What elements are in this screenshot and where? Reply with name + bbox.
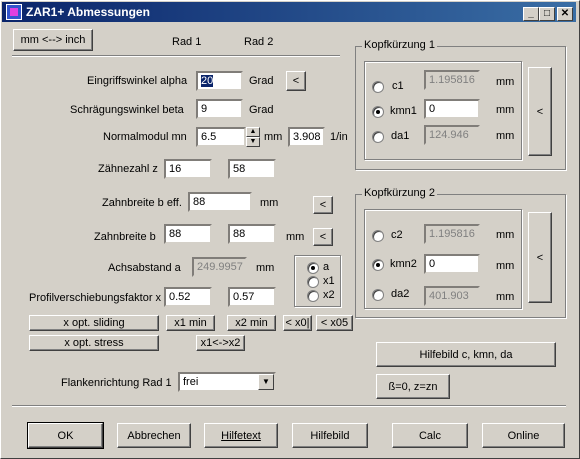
radio-x1-label: x1 — [323, 275, 335, 287]
profilverschiebung-rad2-input[interactable]: 0.57 — [228, 287, 276, 307]
achsabstand-input: 249.9957 — [192, 257, 247, 277]
c1-unit: mm — [496, 76, 515, 88]
ok-button[interactable]: OK — [27, 422, 104, 449]
profilverschiebung-label: Profilverschiebungsfaktor x — [29, 292, 162, 304]
x1-x2-swap-button[interactable]: x1<->x2 — [196, 335, 245, 351]
da1-unit: mm — [496, 130, 515, 142]
normalmodul-spinner[interactable]: ▲ ▼ — [246, 127, 260, 147]
radio-da1[interactable] — [372, 131, 384, 143]
kmn2-unit: mm — [496, 260, 515, 272]
zahnbreite-eff-label: Zahnbreite b eff. — [102, 197, 182, 209]
flankenrichtung-label: Flankenrichtung Rad 1 — [61, 377, 172, 389]
zaehnezahl-label: Zähnezahl z — [98, 163, 158, 175]
x2-min-button[interactable]: x2 min — [227, 315, 276, 331]
c2-label: c2 — [391, 229, 403, 241]
eingriffswinkel-input[interactable]: 20 — [196, 71, 243, 91]
zahnbreite-eff-apply-button[interactable]: < — [313, 196, 333, 214]
normalmodul-unit: mm — [264, 131, 283, 143]
window-title: ZAR1+ Abmessungen — [26, 5, 150, 19]
radio-da2[interactable] — [372, 289, 384, 301]
c1-label: c1 — [392, 80, 404, 92]
zahnbreite-rad2-input[interactable]: 88 — [228, 224, 276, 244]
zahnbreite-label: Zahnbreite b — [94, 231, 156, 243]
c2-unit: mm — [496, 229, 515, 241]
mm-inch-toggle-button[interactable]: mm <--> inch — [13, 29, 93, 51]
rad1-header: Rad 1 — [172, 36, 202, 48]
da1-input: 124.946 — [424, 125, 480, 145]
radio-c1[interactable] — [372, 81, 384, 93]
da1-label: da1 — [391, 130, 410, 142]
normalmodul-input[interactable]: 6.5 — [196, 127, 246, 147]
kopfkuerzung1-title: Kopfkürzung 1 — [362, 39, 437, 51]
normalmodul-inch-unit: 1/in — [330, 131, 348, 143]
spin-down-icon[interactable]: ▼ — [246, 137, 260, 147]
kmn1-input[interactable]: 0 — [424, 99, 480, 119]
da2-label: da2 — [391, 288, 410, 300]
c1-input: 1.195816 — [424, 70, 480, 90]
title-bar: ZAR1+ Abmessungen _ □ ✕ — [2, 2, 576, 22]
eingriffswinkel-apply-button[interactable]: < — [286, 71, 306, 91]
x-opt-sliding-button[interactable]: x opt. sliding — [29, 315, 159, 331]
zahnbreite-rad1-input[interactable]: 88 — [164, 224, 212, 244]
c2-input: 1.195816 — [424, 224, 480, 244]
radio-x2[interactable] — [307, 290, 319, 302]
achsabstand-unit: mm — [256, 262, 275, 274]
radio-kmn1[interactable] — [372, 106, 384, 118]
schraegungswinkel-input[interactable]: 9 — [196, 99, 243, 119]
separator — [12, 55, 340, 57]
flankenrichtung-select[interactable]: frei ▼ — [178, 372, 276, 392]
eingriffswinkel-label: Eingriffswinkel alpha — [87, 75, 188, 87]
kopfkuerzung2-title: Kopfkürzung 2 — [362, 187, 437, 199]
chevron-down-icon[interactable]: ▼ — [258, 374, 274, 390]
schraegungswinkel-label: Schrägungswinkel beta — [70, 104, 184, 116]
footer-separator — [12, 405, 566, 407]
schraegungswinkel-unit: Grad — [249, 104, 274, 116]
kmn1-label: kmn1 — [390, 105, 417, 117]
x05-button[interactable]: < x05 — [316, 315, 353, 331]
app-icon — [6, 4, 22, 20]
radio-x2-label: x2 — [323, 289, 335, 301]
zahnbreite-apply-button[interactable]: < — [313, 228, 333, 246]
hilfetext-button[interactable]: Hilfetext — [204, 423, 278, 448]
normalmodul-inch-input[interactable]: 3.908 — [288, 127, 325, 147]
hilfebild-button[interactable]: Hilfebild — [292, 423, 368, 448]
minimize-button[interactable]: _ — [523, 7, 539, 21]
kopfkuerzung1-apply-button[interactable]: < — [528, 67, 552, 156]
eingriffswinkel-unit: Grad — [249, 75, 274, 87]
radio-x1[interactable] — [307, 276, 319, 288]
zaehnezahl-rad2-input[interactable]: 58 — [228, 159, 276, 179]
radio-a[interactable] — [307, 262, 319, 274]
flankenrichtung-value: frei — [183, 376, 199, 388]
zahnbreite-unit: mm — [286, 231, 305, 243]
kmn2-label: kmn2 — [390, 258, 417, 270]
zahnbreite-eff-unit: mm — [260, 197, 279, 209]
x1-min-button[interactable]: x1 min — [166, 315, 215, 331]
normalmodul-label: Normalmodul mn — [103, 131, 187, 143]
close-button[interactable]: ✕ — [557, 7, 573, 21]
da2-unit: mm — [496, 291, 515, 303]
radio-c2[interactable] — [372, 230, 384, 242]
kmn2-input[interactable]: 0 — [424, 254, 480, 274]
kmn1-unit: mm — [496, 104, 515, 116]
hilfebild-c-kmn-da-button[interactable]: Hilfebild c, kmn, da — [376, 342, 556, 367]
x0-button[interactable]: < x0| — [283, 315, 312, 331]
zahnbreite-eff-input[interactable]: 88 — [188, 192, 252, 212]
rad2-header: Rad 2 — [244, 36, 274, 48]
profilverschiebung-rad1-input[interactable]: 0.52 — [164, 287, 212, 307]
calc-button[interactable]: Calc — [392, 423, 468, 448]
spin-up-icon[interactable]: ▲ — [246, 127, 260, 137]
achsabstand-label: Achsabstand a — [108, 262, 181, 274]
beta-zero-button[interactable]: ß=0, z=zn — [376, 374, 450, 399]
zaehnezahl-rad1-input[interactable]: 16 — [164, 159, 212, 179]
kopfkuerzung2-apply-button[interactable]: < — [528, 212, 552, 303]
x-opt-stress-button[interactable]: x opt. stress — [29, 335, 159, 351]
radio-a-label: a — [323, 261, 330, 273]
radio-kmn2[interactable] — [372, 259, 384, 271]
online-button[interactable]: Online — [482, 423, 565, 448]
da2-input: 401.903 — [424, 286, 480, 306]
abbrechen-button[interactable]: Abbrechen — [117, 423, 191, 448]
maximize-button[interactable]: □ — [539, 7, 555, 21]
